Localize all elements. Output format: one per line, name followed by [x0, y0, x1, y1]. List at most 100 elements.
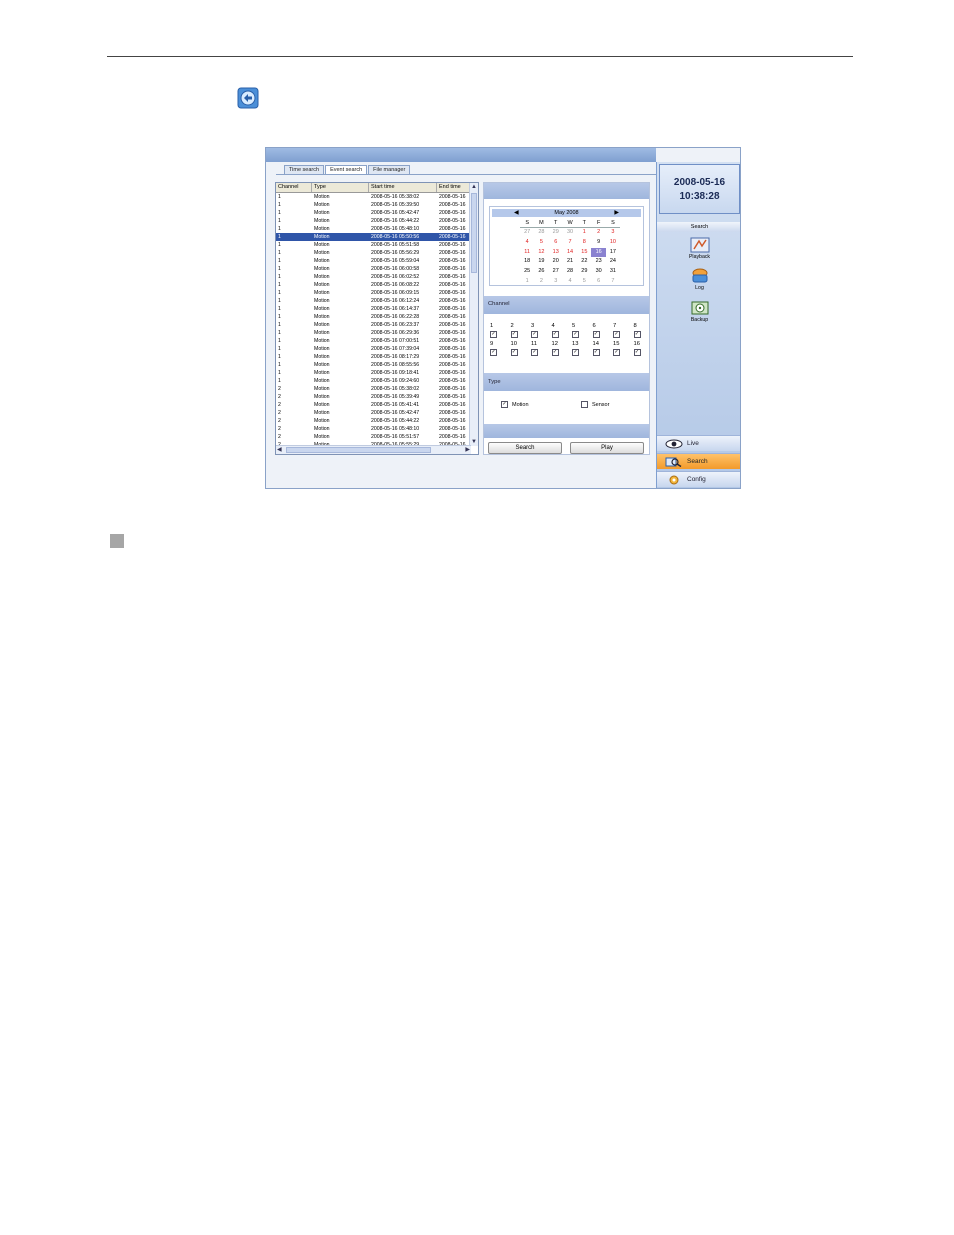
channel-option[interactable]: 2 ✓	[510, 323, 532, 341]
table-row[interactable]: 1 Motion 2008-05-16 06:14:37 2008-05-16	[276, 305, 471, 313]
table-row[interactable]: 2 Motion 2008-05-16 05:42:47 2008-05-16	[276, 409, 471, 417]
channel-option[interactable]: 11 ✓	[531, 341, 552, 359]
channel-option[interactable]: 1 ✓	[490, 323, 511, 341]
channel-checkbox[interactable]: ✓	[531, 331, 538, 338]
channel-checkbox[interactable]: ✓	[633, 331, 641, 338]
channel-option[interactable]: 13 ✓	[572, 341, 593, 359]
horizontal-scroll-thumb[interactable]	[286, 447, 431, 453]
channel-checkbox[interactable]: ✓	[633, 349, 641, 356]
calendar-day[interactable]: 29	[549, 228, 563, 238]
table-row[interactable]: 1 Motion 2008-05-16 07:00:51 2008-05-16	[276, 337, 471, 345]
table-row[interactable]: 1 Motion 2008-05-16 05:51:58 2008-05-16	[276, 241, 471, 249]
channel-option[interactable]: 7 ✓	[613, 323, 634, 341]
calendar-day[interactable]: 27	[549, 267, 563, 277]
channel-checkbox[interactable]: ✓	[592, 349, 600, 356]
channel-option[interactable]: 16 ✓	[633, 341, 655, 359]
channel-checkbox[interactable]: ✓	[572, 331, 579, 338]
calendar-day[interactable]: 24	[606, 257, 620, 267]
table-row[interactable]: 1 Motion 2008-05-16 05:48:10 2008-05-16	[276, 225, 471, 233]
column-channel[interactable]: Channel	[276, 183, 312, 192]
vertical-scroll-thumb[interactable]	[471, 193, 477, 273]
calendar-day[interactable]: 6	[549, 238, 563, 248]
calendar-day[interactable]: 17	[606, 248, 620, 258]
table-row[interactable]: 2 Motion 2008-05-16 05:44:22 2008-05-16	[276, 417, 471, 425]
calendar-day[interactable]: 7	[606, 277, 620, 287]
calendar-day[interactable]: 2	[534, 277, 548, 287]
channel-checkbox[interactable]: ✓	[551, 331, 559, 338]
table-row[interactable]: 1 Motion 2008-05-16 05:56:29 2008-05-16	[276, 249, 471, 257]
table-row[interactable]: 1 Motion 2008-05-16 05:39:50 2008-05-16	[276, 201, 471, 209]
calendar-day[interactable]: 28	[563, 267, 577, 277]
calendar-day[interactable]: 11	[520, 248, 534, 258]
table-row[interactable]: 2 Motion 2008-05-16 05:38:02 2008-05-16	[276, 385, 471, 393]
calendar-day[interactable]: 31	[606, 267, 620, 277]
search-nav-button[interactable]: Search	[657, 453, 740, 469]
channel-option[interactable]: 5 ✓	[572, 323, 593, 341]
channel-option[interactable]: 9 ✓	[490, 341, 511, 359]
type-motion-option[interactable]: ✓ Motion	[501, 401, 529, 408]
channel-checkbox[interactable]: ✓	[510, 349, 518, 356]
calendar-day[interactable]: 30	[563, 228, 577, 238]
table-row[interactable]: 2 Motion 2008-05-16 05:39:49 2008-05-16	[276, 393, 471, 401]
channel-option[interactable]: 3 ✓	[531, 323, 552, 341]
calendar-day[interactable]: 4	[520, 238, 534, 248]
table-row[interactable]: 1 Motion 2008-05-16 06:02:52 2008-05-16	[276, 273, 471, 281]
calendar-day[interactable]: 7	[563, 238, 577, 248]
channel-option[interactable]: 6 ✓	[592, 323, 614, 341]
table-row[interactable]: 1 Motion 2008-05-16 06:23:37 2008-05-16	[276, 321, 471, 329]
scroll-right-icon[interactable]: ▶	[465, 446, 470, 454]
table-row[interactable]: 1 Motion 2008-05-16 06:09:15 2008-05-16	[276, 289, 471, 297]
calendar-day[interactable]: 18	[520, 257, 534, 267]
channel-checkbox[interactable]: ✓	[531, 349, 538, 356]
scroll-left-icon[interactable]: ◀	[277, 446, 282, 454]
calendar-day[interactable]: 1	[520, 277, 534, 287]
table-row[interactable]: 1 Motion 2008-05-16 06:00:58 2008-05-16	[276, 265, 471, 273]
channel-checkbox[interactable]: ✓	[592, 331, 600, 338]
scroll-down-icon[interactable]: ▼	[471, 438, 477, 446]
sensor-checkbox[interactable]	[581, 401, 588, 408]
calendar-day[interactable]: 5	[577, 277, 591, 287]
calendar-day[interactable]: 23	[591, 257, 605, 267]
calendar-day[interactable]: 15	[577, 248, 591, 258]
table-row[interactable]: 1 Motion 2008-05-16 05:42:47 2008-05-16	[276, 209, 471, 217]
calendar-day[interactable]: 22	[577, 257, 591, 267]
calendar-day[interactable]: 19	[534, 257, 548, 267]
scroll-up-icon[interactable]: ▲	[471, 183, 477, 191]
log-menu-item[interactable]: Log	[657, 268, 740, 291]
type-sensor-option[interactable]: Sensor	[581, 401, 609, 408]
calendar-day[interactable]: 8	[577, 238, 591, 248]
backup-menu-item[interactable]: Backup	[657, 300, 740, 323]
channel-checkbox[interactable]: ✓	[572, 349, 579, 356]
table-row[interactable]: 1 Motion 2008-05-16 08:17:29 2008-05-16	[276, 353, 471, 361]
channel-option[interactable]: 14 ✓	[592, 341, 614, 359]
channel-option[interactable]: 15 ✓	[613, 341, 634, 359]
channel-option[interactable]: 8 ✓	[633, 323, 655, 341]
playback-menu-item[interactable]: Playback	[657, 237, 740, 260]
table-row[interactable]: 1 Motion 2008-05-16 05:50:56 2008-05-16	[276, 233, 471, 241]
table-row[interactable]: 2 Motion 2008-05-16 05:41:41 2008-05-16	[276, 401, 471, 409]
table-row[interactable]: 1 Motion 2008-05-16 05:59:04 2008-05-16	[276, 257, 471, 265]
table-row[interactable]: 1 Motion 2008-05-16 06:12:24 2008-05-16	[276, 297, 471, 305]
play-button[interactable]: Play	[570, 442, 644, 454]
horizontal-scrollbar[interactable]: ◀ ▶	[276, 445, 471, 454]
channel-checkbox[interactable]: ✓	[490, 331, 497, 338]
channel-checkbox[interactable]: ✓	[490, 349, 497, 356]
calendar-day[interactable]: 10	[606, 238, 620, 248]
table-row[interactable]: 2 Motion 2008-05-16 05:48:10 2008-05-16	[276, 425, 471, 433]
calendar-day[interactable]: 9	[591, 238, 605, 248]
calendar-day[interactable]: 27	[520, 228, 534, 238]
calendar-day[interactable]: 1	[577, 228, 591, 238]
calendar-day[interactable]: 3	[606, 228, 620, 238]
column-type[interactable]: Type	[312, 183, 369, 192]
table-row[interactable]: 1 Motion 2008-05-16 05:44:22 2008-05-16	[276, 217, 471, 225]
prev-month-icon[interactable]: ◀	[514, 209, 519, 217]
config-nav-button[interactable]: Config	[657, 471, 740, 487]
event-list[interactable]: Channel Type Start time End time 1 Motion…	[275, 182, 479, 455]
live-nav-button[interactable]: Live	[657, 435, 740, 451]
calendar-day[interactable]: 3	[549, 277, 563, 287]
channel-checkbox[interactable]: ✓	[510, 331, 518, 338]
table-row[interactable]: 1 Motion 2008-05-16 09:18:41 2008-05-16	[276, 369, 471, 377]
channel-checkbox[interactable]: ✓	[613, 349, 620, 356]
calendar-day[interactable]: 13	[549, 248, 563, 258]
channel-checkbox[interactable]: ✓	[551, 349, 559, 356]
